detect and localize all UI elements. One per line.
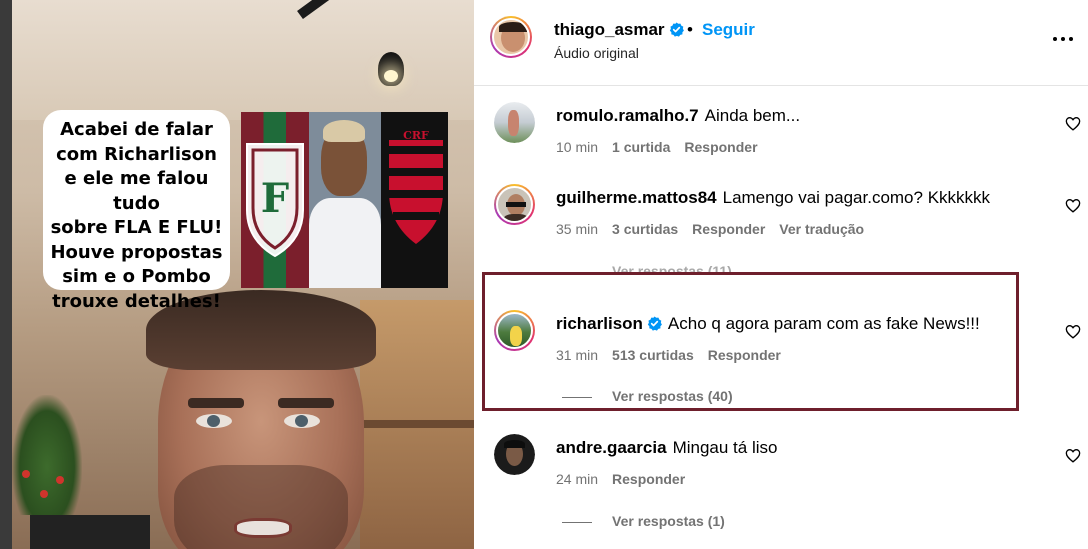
view-replies-button[interactable]: Ver respostas (11) (562, 263, 732, 275)
flamengo-crest: CRF (381, 112, 448, 288)
comment-text: guilherme.mattos84 Lamengo vai pagar.como… (556, 188, 990, 208)
reply-button[interactable]: Responder (692, 221, 765, 237)
comment-time: 10 min (556, 139, 599, 155)
comment-body: Mingau tá liso (672, 438, 778, 457)
comment-username[interactable]: andre.gaarcia (556, 438, 667, 457)
comment-likes[interactable]: 513 curtidas (612, 347, 694, 363)
caption-line: sobre FLA E FLU! (50, 217, 223, 238)
commenter-avatar[interactable] (494, 310, 535, 351)
like-heart-icon[interactable] (1065, 198, 1081, 213)
caption-line: trouxe detalhes! (52, 290, 221, 312)
reply-button[interactable]: Responder (708, 347, 781, 363)
video-caption: Acabei de falar com Richarlison e ele me… (45, 112, 228, 312)
comment-body: Lamengo vai pagar.como? Kkkkkkk (722, 188, 991, 207)
right-eye (284, 414, 320, 428)
verified-badge-icon (647, 316, 662, 331)
shelf (360, 420, 474, 428)
presenter-mouth (234, 518, 292, 538)
view-replies-button[interactable]: Ver respostas (40) (562, 388, 733, 404)
spotlight (378, 52, 404, 86)
comment-meta: 31 min 513 curtidas Responder (556, 347, 795, 363)
comment-body: Ainda bem... (704, 106, 801, 125)
comment-time: 24 min (556, 471, 599, 487)
comment-text: richarlison Acho q agora param com as fak… (556, 314, 980, 334)
caption-line: sim e o Pombo (62, 266, 211, 287)
view-replies-label[interactable]: Ver respostas (11) (612, 263, 732, 275)
follow-button[interactable]: Seguir (702, 20, 755, 40)
comment-time: 35 min (556, 221, 599, 237)
caption-line: com Richarlison (56, 143, 217, 165)
comment-likes[interactable]: 1 curtida (612, 139, 670, 155)
caption-line: Houve propostas (50, 241, 223, 263)
comment-text: andre.gaarcia Mingau tá liso (556, 438, 777, 458)
flower (56, 476, 64, 484)
player-photo (309, 112, 381, 288)
original-audio-link[interactable]: Áudio original (554, 45, 639, 61)
caption-line: Acabei de falar (60, 119, 213, 140)
comment-meta: 35 min 3 curtidas Responder Ver tradução (556, 221, 878, 237)
like-heart-icon[interactable] (1065, 116, 1081, 131)
left-eyebrow (188, 398, 244, 408)
view-replies-button[interactable]: Ver respostas (1) (562, 513, 725, 529)
desk (30, 515, 150, 549)
right-eyebrow (278, 398, 334, 408)
view-replies-label[interactable]: Ver respostas (40) (612, 388, 733, 404)
svg-text:CRF: CRF (403, 129, 429, 142)
post-header: thiago_asmar • Seguir Áudio original (474, 0, 1088, 86)
comment-text: romulo.ramalho.7 Ainda bem... (556, 106, 800, 126)
comment-time: 31 min (556, 347, 599, 363)
more-options-icon[interactable] (1050, 28, 1076, 48)
ceiling (0, 0, 474, 120)
comment-username[interactable]: guilherme.mattos84 (556, 188, 717, 207)
author-username[interactable]: thiago_asmar (554, 20, 684, 40)
plant (12, 395, 82, 515)
presenter (146, 290, 376, 549)
comments-panel: thiago_asmar • Seguir Áudio original rom… (474, 0, 1088, 549)
view-replies-label[interactable]: Ver respostas (1) (612, 513, 725, 529)
comment-likes[interactable]: 3 curtidas (612, 221, 678, 237)
commenter-avatar[interactable] (494, 434, 535, 475)
club-collage: F CRF (241, 112, 448, 288)
comment-meta: 10 min 1 curtida Responder (556, 139, 772, 155)
like-heart-icon[interactable] (1065, 324, 1081, 339)
reel-video[interactable]: Acabei de falar com Richarlison e ele me… (0, 0, 474, 549)
reply-button[interactable]: Responder (684, 139, 757, 155)
comment-username[interactable]: romulo.ramalho.7 (556, 106, 699, 125)
flower (22, 470, 30, 478)
separator-dot: • (687, 20, 693, 39)
svg-text:F: F (261, 175, 289, 222)
like-heart-icon[interactable] (1065, 448, 1081, 463)
verified-badge-icon (669, 22, 684, 37)
comment-body: Acho q agora param com as fake News!!! (667, 314, 980, 333)
comment-meta: 24 min Responder (556, 471, 699, 487)
fluminense-crest: F (241, 112, 309, 288)
author-username-text[interactable]: thiago_asmar (554, 20, 665, 39)
comment-username[interactable]: richarlison (556, 314, 643, 333)
see-translation-button[interactable]: Ver tradução (779, 221, 864, 237)
reply-button[interactable]: Responder (612, 471, 685, 487)
flower (40, 490, 48, 498)
author-avatar[interactable] (490, 16, 532, 58)
commenter-avatar[interactable] (494, 184, 535, 225)
caption-line: e ele me falou tudo (64, 168, 209, 214)
commenter-avatar[interactable] (494, 102, 535, 143)
video-left-edge (0, 0, 12, 549)
left-eye (196, 414, 232, 428)
